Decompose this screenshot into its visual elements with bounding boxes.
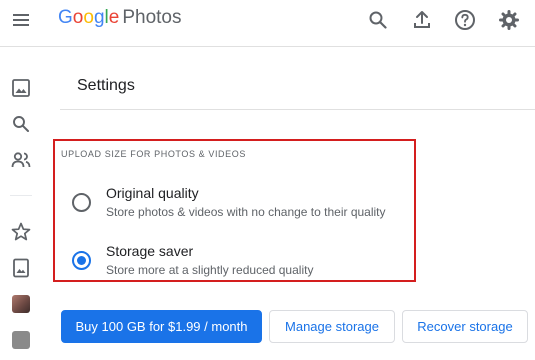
- google-wordmark: Google: [58, 7, 119, 28]
- sidebar-divider: [10, 195, 32, 196]
- sharing-icon[interactable]: [10, 149, 32, 171]
- recover-storage-button[interactable]: Recover storage: [402, 310, 528, 343]
- radio-button-unchecked[interactable]: [72, 193, 91, 212]
- top-app-bar: Google Photos: [0, 0, 535, 47]
- page-title: Settings: [77, 77, 135, 94]
- logo-letter: e: [108, 7, 120, 28]
- option-title: Storage saver: [106, 243, 194, 259]
- logo-letter: o: [83, 7, 94, 28]
- logo-letter: o: [72, 7, 84, 28]
- manage-storage-button[interactable]: Manage storage: [269, 310, 395, 343]
- logo-letter: g: [93, 7, 105, 28]
- buy-storage-button[interactable]: Buy 100 GB for $1.99 / month: [61, 310, 262, 343]
- upload-icon[interactable]: [410, 8, 434, 32]
- help-icon[interactable]: [453, 8, 477, 32]
- option-description: Store more at a slightly reduced quality: [106, 263, 314, 277]
- option-description: Store photos & videos with no change to …: [106, 205, 386, 219]
- album-thumbnail[interactable]: [12, 295, 30, 313]
- album-thumbnail[interactable]: [12, 331, 30, 349]
- menu-icon[interactable]: [11, 10, 31, 30]
- search-icon[interactable]: [366, 8, 390, 32]
- photos-icon[interactable]: [10, 77, 32, 99]
- title-divider: [60, 109, 535, 110]
- radio-button-checked[interactable]: [72, 251, 91, 270]
- upload-size-label: UPLOAD SIZE FOR PHOTOS & VIDEOS: [61, 149, 246, 159]
- google-photos-logo[interactable]: Google Photos: [58, 7, 181, 29]
- option-original-quality[interactable]: Original quality Store photos & videos w…: [68, 184, 413, 226]
- product-name: Photos: [122, 7, 182, 28]
- option-title: Original quality: [106, 185, 199, 201]
- option-storage-saver[interactable]: Storage saver Store more at a slightly r…: [68, 242, 413, 284]
- favorites-icon[interactable]: [10, 221, 32, 243]
- albums-icon[interactable]: [10, 257, 32, 279]
- settings-icon[interactable]: [497, 8, 521, 32]
- search-icon[interactable]: [10, 113, 32, 135]
- logo-letter: G: [58, 7, 73, 28]
